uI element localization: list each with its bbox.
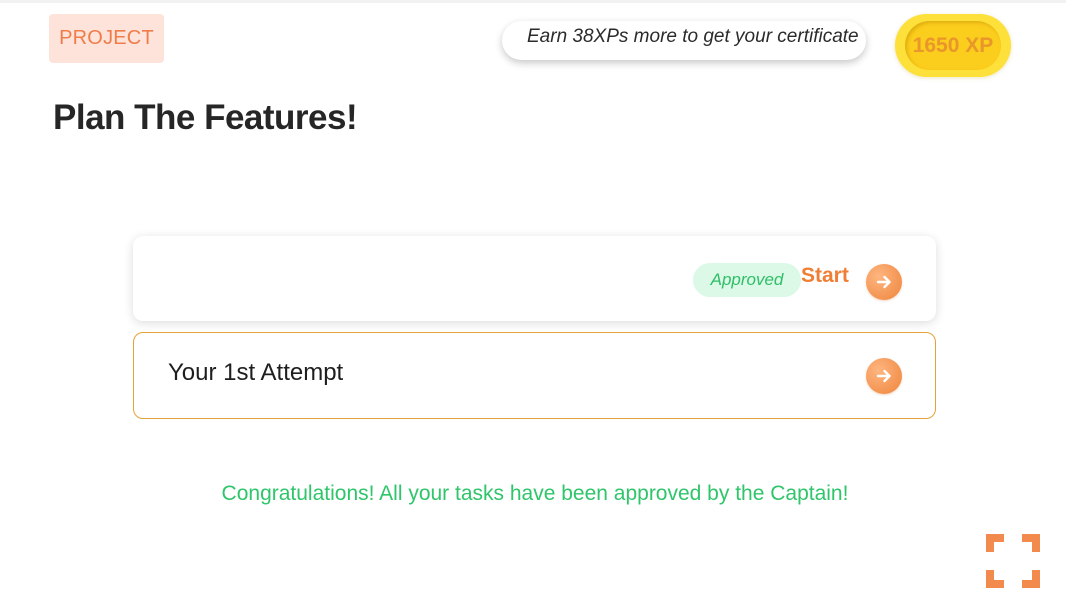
project-badge: PROJECT [49,14,164,63]
attempt-label: Your 1st Attempt [168,359,344,386]
page-title: Plan The Features! [53,98,358,137]
congratulations-message: Congratulations! All your tasks have bee… [221,482,849,505]
fullscreen-icon [984,534,1042,593]
fullscreen-button[interactable] [984,533,1042,589]
start-button-label[interactable]: Start [801,264,849,288]
top-divider [0,0,1066,3]
status-badge: Approved [693,263,801,297]
xp-total: 1650 XP [912,33,994,57]
arrow-right-icon [874,272,894,292]
attempt-arrow-button[interactable] [866,358,902,394]
project-page: PROJECT Earn 38XPs more to get your cert… [0,0,1066,602]
start-arrow-button[interactable] [866,264,902,300]
arrow-right-icon [874,366,894,386]
xp-message-text: Earn 38XPs more to get your certificate [527,26,859,47]
